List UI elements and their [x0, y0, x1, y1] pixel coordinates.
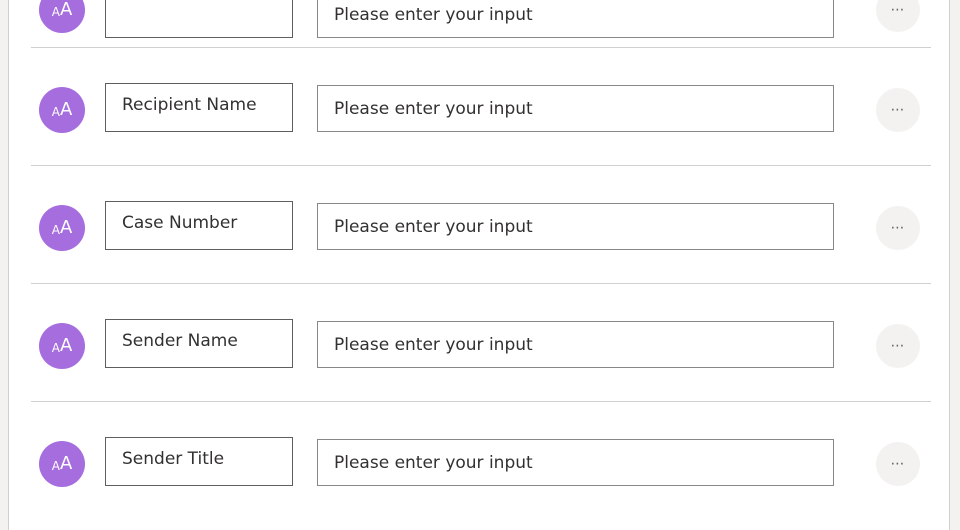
more-options-button[interactable]: ⋯	[876, 206, 920, 250]
text-field-type-icon: AA	[39, 87, 85, 133]
text-field-type-icon: AA	[39, 0, 85, 33]
more-options-button[interactable]: ⋯	[876, 88, 920, 132]
more-options-button[interactable]: ⋯	[876, 0, 920, 32]
field-name-box[interactable]	[105, 0, 293, 38]
field-name-box[interactable]: Recipient Name	[105, 83, 293, 132]
more-horizontal-icon: ⋯	[890, 338, 906, 354]
field-row: AA Sender Title ⋯	[9, 402, 951, 519]
more-options-button[interactable]: ⋯	[876, 442, 920, 486]
field-value-input[interactable]	[317, 203, 834, 250]
field-value-input[interactable]	[317, 0, 834, 38]
field-name-box[interactable]: Sender Title	[105, 437, 293, 486]
field-row: AA Recipient Name ⋯	[9, 48, 951, 165]
field-value-input[interactable]	[317, 85, 834, 132]
more-horizontal-icon: ⋯	[890, 2, 906, 18]
field-name-label: Case Number	[122, 213, 238, 233]
field-list-panel: AA ⋯ AA Recipient Name ⋯ AA Case Number	[8, 0, 950, 530]
more-horizontal-icon: ⋯	[890, 102, 906, 118]
field-row: AA Sender Name ⋯	[9, 284, 951, 401]
field-name-box[interactable]: Case Number	[105, 201, 293, 250]
field-name-box[interactable]: Sender Name	[105, 319, 293, 368]
field-value-input[interactable]	[317, 439, 834, 486]
field-name-label: Sender Title	[122, 449, 225, 469]
text-field-type-icon: AA	[39, 205, 85, 251]
field-value-input[interactable]	[317, 321, 834, 368]
field-row: AA ⋯	[9, 0, 951, 38]
more-horizontal-icon: ⋯	[890, 220, 906, 236]
field-row: AA Case Number ⋯	[9, 166, 951, 283]
more-horizontal-icon: ⋯	[890, 456, 906, 472]
text-field-type-icon: AA	[39, 323, 85, 369]
field-name-label: Sender Name	[122, 331, 238, 351]
field-name-label: Recipient Name	[122, 95, 257, 115]
more-options-button[interactable]: ⋯	[876, 324, 920, 368]
text-field-type-icon: AA	[39, 441, 85, 487]
